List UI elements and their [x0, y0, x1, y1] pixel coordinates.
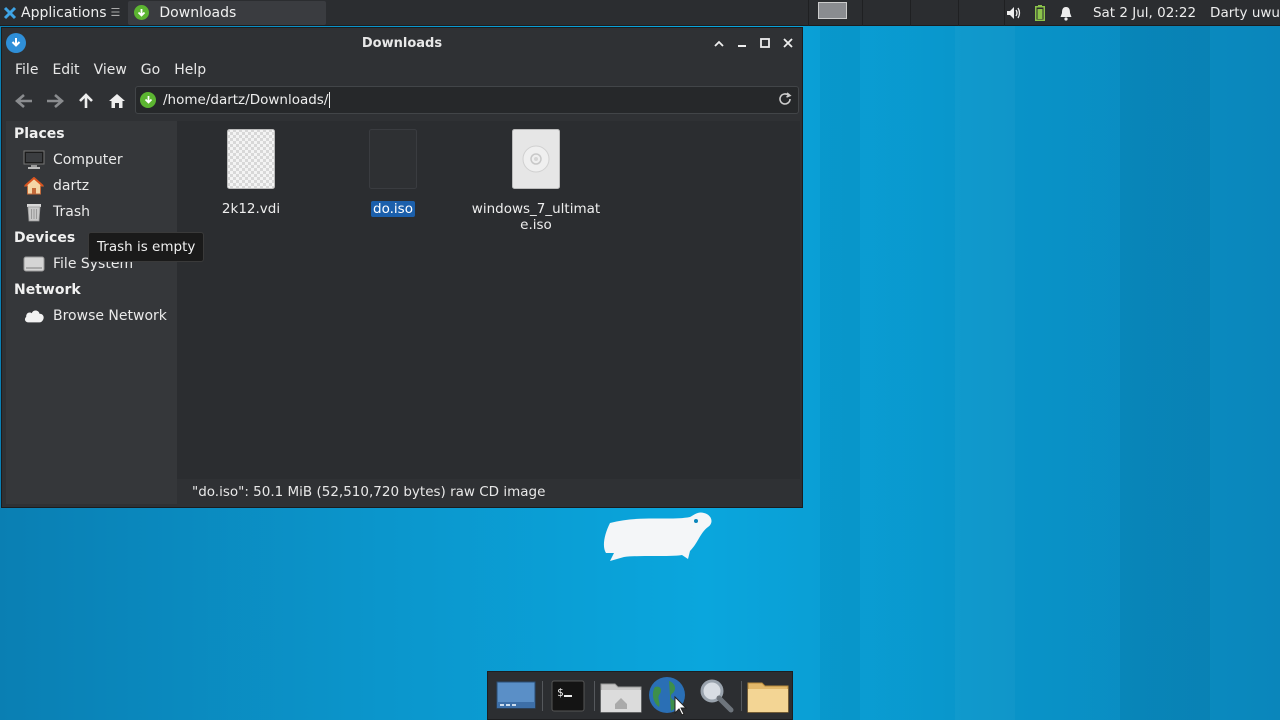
svg-text:$: $: [557, 686, 564, 699]
terminal-icon: $: [551, 680, 585, 711]
file-name-line-1: windows_7_ultimat: [471, 201, 601, 217]
drive-icon: [23, 254, 45, 274]
dock-search[interactable]: [692, 674, 740, 718]
window-maximize-button[interactable]: [756, 35, 773, 52]
home-folder-icon: [23, 176, 45, 196]
notifications-bell-icon[interactable]: [1053, 6, 1079, 21]
file-item-windows-7-ultimate-iso[interactable]: windows_7_ultimat e.iso: [471, 129, 601, 233]
menu-view[interactable]: View: [87, 62, 134, 78]
arrow-left-icon: [15, 94, 32, 108]
reload-icon: [779, 92, 792, 105]
home-folder-icon: [600, 683, 642, 712]
iso-file-icon: [369, 129, 417, 189]
search-icon: [700, 679, 734, 712]
sidebar-item-dartz[interactable]: dartz: [6, 173, 177, 199]
window-titlebar[interactable]: Downloads: [2, 28, 802, 58]
menu-file[interactable]: File: [8, 62, 45, 78]
desktop-mascot-image: [603, 512, 712, 561]
parent-folder-button[interactable]: [72, 87, 100, 115]
file-name-line-2: e.iso: [520, 217, 552, 233]
menu-go[interactable]: Go: [134, 62, 167, 78]
home-icon: [109, 94, 125, 108]
status-bar: "do.iso": 50.1 MiB (52,510,720 bytes) ra…: [177, 479, 800, 504]
location-path: /home/dartz/Downloads/: [163, 92, 329, 108]
reload-button[interactable]: [778, 92, 792, 110]
location-download-icon: [140, 92, 156, 108]
computer-icon: [23, 150, 45, 170]
dock-show-desktop[interactable]: [492, 674, 540, 718]
toolbar: /home/dartz/Downloads/: [2, 82, 802, 120]
sidebar-label-browse-network: Browse Network: [53, 308, 167, 324]
taskbar-label: Downloads: [159, 4, 237, 21]
back-button[interactable]: [10, 87, 38, 115]
places-header: Places: [14, 126, 65, 142]
file-name: 2k12.vdi: [221, 201, 281, 217]
location-bar[interactable]: /home/dartz/Downloads/: [135, 86, 799, 114]
file-name-selected: do.iso: [371, 201, 415, 217]
battery-icon[interactable]: [1027, 5, 1053, 21]
file-item-2k12-vdi[interactable]: 2k12.vdi: [186, 129, 316, 217]
network-header: Network: [14, 282, 81, 298]
menu-help[interactable]: Help: [167, 62, 213, 78]
xfce-logo-icon: [3, 6, 17, 19]
sidebar-item-computer[interactable]: Computer: [6, 147, 177, 173]
sidebar-item-trash[interactable]: Trash: [6, 199, 177, 225]
dock: $: [487, 671, 793, 720]
window-minimize-button[interactable]: [733, 35, 750, 52]
chevron-up-icon: [713, 40, 724, 47]
window-title: Downloads: [361, 35, 443, 51]
workspace-1-button[interactable]: [818, 2, 847, 19]
window-close-button[interactable]: [779, 35, 796, 52]
file-view[interactable]: 2k12.vdi do.iso windows_7_ultimat e.iso: [177, 121, 800, 479]
maximize-icon: [759, 38, 770, 48]
dock-folder[interactable]: [744, 674, 792, 718]
web-browser-icon: [649, 676, 688, 716]
clock[interactable]: Sat 2 Jul, 02:22: [1093, 5, 1196, 21]
show-desktop-icon: [496, 681, 536, 708]
system-tray: Sat 2 Jul, 02:22 Darty uwu: [1001, 0, 1280, 26]
vdi-file-icon: [227, 129, 275, 189]
file-manager-window: Downloads File Edit View Go Help /home/d…: [1, 27, 803, 508]
cloud-icon: [23, 306, 45, 326]
disc-image-icon: [512, 129, 560, 189]
home-button[interactable]: [103, 87, 131, 115]
dock-home-folder[interactable]: [597, 674, 645, 718]
forward-button[interactable]: [41, 87, 69, 115]
sidebar-label-computer: Computer: [53, 152, 123, 168]
applications-menu-button[interactable]: Applications ☰: [0, 0, 126, 26]
taskbar-downloads-button[interactable]: Downloads: [128, 0, 327, 25]
text-caret: [329, 92, 331, 108]
folder-icon: [747, 682, 789, 712]
window-shade-button[interactable]: [710, 35, 727, 52]
sidebar-item-browse-network[interactable]: Browse Network: [6, 303, 177, 329]
trash-icon: [23, 202, 45, 222]
menu-edit[interactable]: Edit: [45, 62, 86, 78]
user-menu[interactable]: Darty uwu: [1210, 5, 1280, 21]
trash-tooltip: Trash is empty: [88, 232, 205, 262]
top-panel: Applications ☰ Downloads Sat 2 Jul, 02:2…: [0, 0, 1280, 26]
download-icon: [134, 5, 150, 20]
dock-web-browser[interactable]: [644, 674, 692, 718]
applications-label: Applications: [21, 4, 107, 21]
sidebar-label-trash: Trash: [53, 204, 90, 220]
arrow-right-icon: [47, 94, 64, 108]
close-icon: [782, 38, 793, 48]
sidebar: Places Computer dartz Trash Devices File…: [6, 121, 177, 504]
arrow-up-icon: [79, 93, 93, 108]
volume-icon[interactable]: [1001, 6, 1027, 20]
minimize-icon: [737, 45, 746, 47]
applications-suffix: ☰: [110, 6, 121, 19]
sidebar-label-dartz: dartz: [53, 178, 90, 194]
file-item-do-iso[interactable]: do.iso: [328, 129, 458, 217]
dock-terminal[interactable]: $: [544, 674, 592, 718]
menubar: File Edit View Go Help: [2, 58, 802, 82]
